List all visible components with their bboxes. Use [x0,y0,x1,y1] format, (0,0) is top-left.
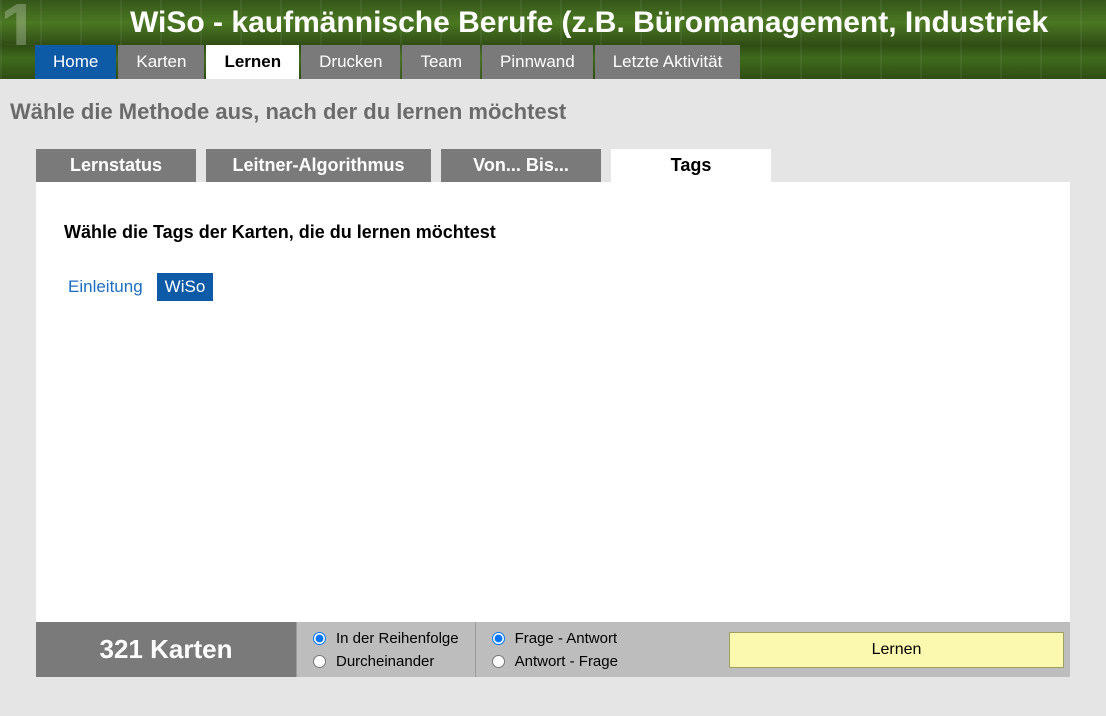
nav-drucken[interactable]: Drucken [301,45,400,79]
nav-home[interactable]: Home [35,45,116,79]
nav-team[interactable]: Team [402,45,480,79]
subtab-von-bis[interactable]: Von... Bis... [441,149,601,182]
direction-label-qa: Frage - Antwort [515,630,618,647]
learn-button[interactable]: Lernen [729,632,1064,668]
order-label-shuffle: Durcheinander [336,653,434,670]
direction-label-aq: Antwort - Frage [515,653,618,670]
order-options: In der Reihenfolge Durcheinander [296,622,475,677]
nav-pinnwand[interactable]: Pinnwand [482,45,593,79]
order-radio-inorder[interactable] [313,632,326,645]
tag-wiso[interactable]: WiSo [157,273,214,301]
panel: Wähle die Tags der Karten, die du lernen… [36,182,1070,622]
subheading-bar: Wähle die Methode aus, nach der du lerne… [0,79,1106,149]
page-title: WiSo - kaufmännische Berufe (z.B. Büroma… [130,6,1048,40]
panel-heading: Wähle die Tags der Karten, die du lernen… [64,222,1042,243]
nav-karten[interactable]: Karten [118,45,204,79]
subtab-tags[interactable]: Tags [611,149,771,182]
learn-button-wrap: Lernen [723,622,1070,677]
direction-options: Frage - Antwort Antwort - Frage [475,622,634,677]
subheading: Wähle die Methode aus, nach der du lerne… [10,99,1096,125]
direction-radio-aq[interactable] [492,655,505,668]
subtabs: Lernstatus Leitner-Algorithmus Von... Bi… [36,149,1070,182]
page-number: 1 [0,0,39,45]
order-option-shuffle[interactable]: Durcheinander [313,653,459,670]
direction-option-qa[interactable]: Frage - Antwort [492,630,618,647]
tag-einleitung[interactable]: Einleitung [64,275,147,299]
direction-option-aq[interactable]: Antwort - Frage [492,653,618,670]
nav-letzte-aktivitaet[interactable]: Letzte Aktivität [595,45,741,79]
content-area: Lernstatus Leitner-Algorithmus Von... Bi… [36,149,1070,622]
order-label-inorder: In der Reihenfolge [336,630,459,647]
card-count: 321 Karten [36,622,296,677]
tag-list: Einleitung WiSo [64,273,1042,301]
subtab-lernstatus[interactable]: Lernstatus [36,149,196,182]
header-banner: 1 WiSo - kaufmännische Berufe (z.B. Büro… [0,0,1106,45]
direction-radio-qa[interactable] [492,632,505,645]
footer-bar: 321 Karten In der Reihenfolge Durcheinan… [36,622,1070,677]
order-option-inorder[interactable]: In der Reihenfolge [313,630,459,647]
order-radio-shuffle[interactable] [313,655,326,668]
main-nav: Home Karten Lernen Drucken Team Pinnwand… [0,45,1106,79]
subtab-leitner[interactable]: Leitner-Algorithmus [206,149,431,182]
nav-lernen[interactable]: Lernen [206,45,299,79]
